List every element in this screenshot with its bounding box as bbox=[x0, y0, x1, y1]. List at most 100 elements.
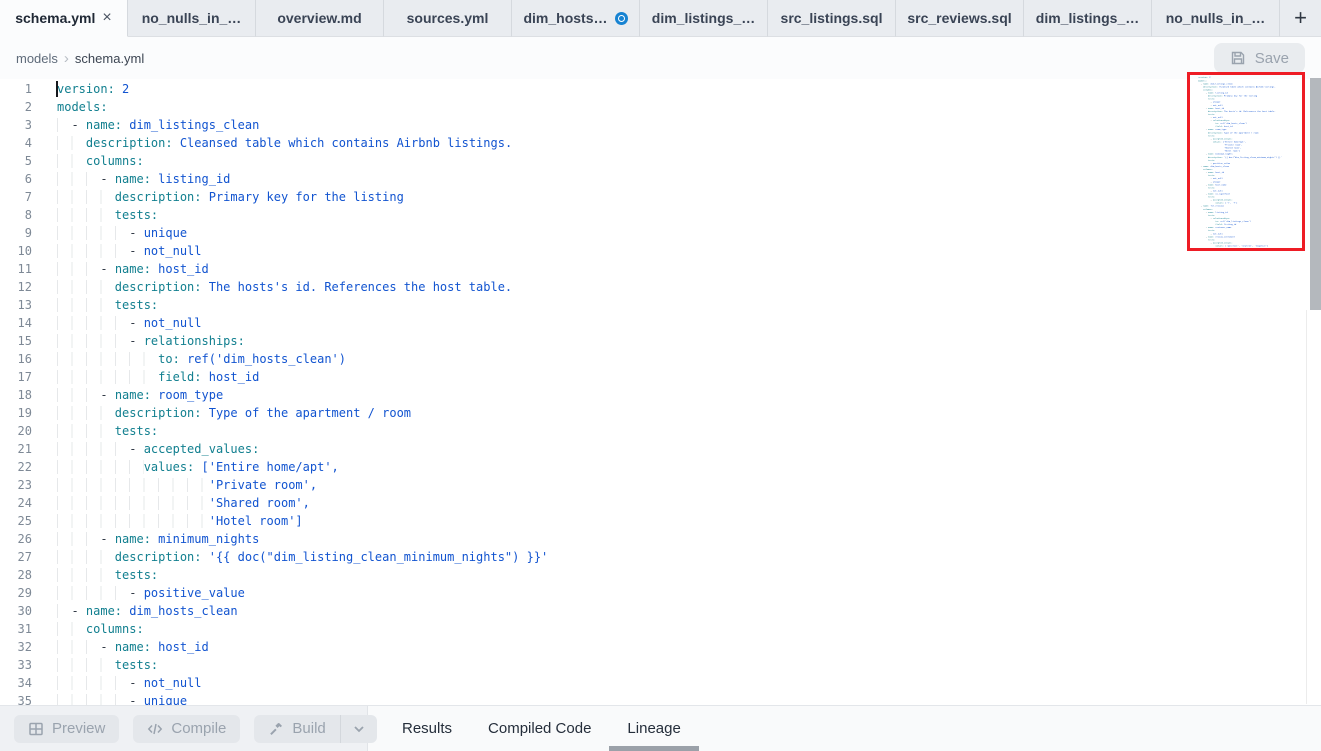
floppy-disk-icon bbox=[1230, 50, 1246, 66]
code-line[interactable]: 2models: bbox=[0, 98, 1321, 116]
code-line[interactable]: 1version: 2 bbox=[0, 80, 1321, 98]
line-number: 22 bbox=[0, 458, 44, 476]
code-line[interactable]: 19 description: Type of the apartment / … bbox=[0, 404, 1321, 422]
line-number: 12 bbox=[0, 278, 44, 296]
table-grid-icon bbox=[28, 721, 44, 737]
code-line[interactable]: 11 - name: host_id bbox=[0, 260, 1321, 278]
tab-label: no_nulls_in_… bbox=[142, 10, 242, 26]
line-number: 31 bbox=[0, 620, 44, 638]
minimap-content: version: 2models: - name: dim_listings_c… bbox=[1196, 76, 1298, 247]
tab-label: dim_hosts… bbox=[523, 10, 607, 26]
code-line[interactable]: 21 - accepted_values: bbox=[0, 440, 1321, 458]
compile-button[interactable]: Compile bbox=[133, 715, 240, 743]
compile-button-label: Compile bbox=[171, 720, 226, 737]
code-editor[interactable]: 1version: 22models:3 - name: dim_listing… bbox=[0, 79, 1321, 705]
chevron-down-icon bbox=[351, 721, 367, 737]
tab-no-nulls-in[interactable]: no_nulls_in_… bbox=[1152, 0, 1280, 37]
code-line[interactable]: 8 tests: bbox=[0, 206, 1321, 224]
build-button[interactable]: Build bbox=[254, 715, 339, 743]
tab-dim-hosts[interactable]: dim_hosts… bbox=[512, 0, 640, 37]
line-number: 3 bbox=[0, 116, 44, 134]
tab-label: sources.yml bbox=[407, 10, 489, 26]
code-line[interactable]: 15 - relationships: bbox=[0, 332, 1321, 350]
code-line[interactable]: 35 - unique bbox=[0, 692, 1321, 705]
code-line[interactable]: 30 - name: dim_hosts_clean bbox=[0, 602, 1321, 620]
code-line[interactable]: 24 'Shared room', bbox=[0, 494, 1321, 512]
tab-src-reviews-sql[interactable]: src_reviews.sql bbox=[896, 0, 1024, 37]
code-line[interactable]: 4 description: Cleansed table which cont… bbox=[0, 134, 1321, 152]
code-line[interactable]: 16 to: ref('dim_hosts_clean') bbox=[0, 350, 1321, 368]
breadcrumb-bar: models › schema.yml Save bbox=[0, 37, 1321, 79]
tab-schema-yml[interactable]: schema.yml × bbox=[0, 0, 128, 37]
new-tab-button[interactable]: + bbox=[1294, 7, 1307, 29]
line-number: 34 bbox=[0, 674, 44, 692]
panel-tab-label: Lineage bbox=[627, 720, 680, 737]
tab-dim-listings[interactable]: dim_listings_… bbox=[1024, 0, 1152, 37]
line-number: 11 bbox=[0, 260, 44, 278]
tab-label: dim_listings_… bbox=[652, 10, 755, 26]
panel-tab-label: Results bbox=[402, 720, 452, 737]
code-line[interactable]: 26 - name: minimum_nights bbox=[0, 530, 1321, 548]
code-line[interactable]: 22 values: ['Entire home/apt', bbox=[0, 458, 1321, 476]
code-line[interactable]: 13 tests: bbox=[0, 296, 1321, 314]
code-line[interactable]: 10 - not_null bbox=[0, 242, 1321, 260]
vertical-scrollbar-thumb[interactable] bbox=[1310, 78, 1321, 310]
code-line[interactable]: 27 description: '{{ doc("dim_listing_cle… bbox=[0, 548, 1321, 566]
code-line[interactable]: 28 tests: bbox=[0, 566, 1321, 584]
tab-src-listings-sql[interactable]: src_listings.sql bbox=[768, 0, 896, 37]
build-button-label: Build bbox=[292, 720, 325, 737]
editor-actions: Preview Compile bbox=[0, 706, 368, 751]
line-number: 30 bbox=[0, 602, 44, 620]
code-line[interactable]: 7 description: Primary key for the listi… bbox=[0, 188, 1321, 206]
code-line[interactable]: 6 - name: listing_id bbox=[0, 170, 1321, 188]
line-number: 29 bbox=[0, 584, 44, 602]
tab-label: schema.yml bbox=[15, 10, 95, 26]
line-number: 35 bbox=[0, 692, 44, 705]
line-number: 24 bbox=[0, 494, 44, 512]
code-line[interactable]: 17 field: host_id bbox=[0, 368, 1321, 386]
editor-right-divider bbox=[1306, 310, 1307, 704]
minimap[interactable]: version: 2models: - name: dim_listings_c… bbox=[1196, 76, 1300, 248]
build-button-group: Build bbox=[254, 715, 376, 743]
line-number: 1 bbox=[0, 80, 44, 98]
line-number: 19 bbox=[0, 404, 44, 422]
code-line[interactable]: 31 columns: bbox=[0, 620, 1321, 638]
preview-button-label: Preview bbox=[52, 720, 105, 737]
breadcrumb-chevron-icon: › bbox=[64, 50, 69, 67]
bottom-bar: Preview Compile bbox=[0, 705, 1321, 751]
panel-tab-compiled-code[interactable]: Compiled Code bbox=[470, 706, 609, 751]
tab-overview-md[interactable]: overview.md bbox=[256, 0, 384, 37]
editor-tab-bar: schema.yml × no_nulls_in_… overview.md sourc… bbox=[0, 0, 1321, 37]
code-line[interactable]: 32 - name: host_id bbox=[0, 638, 1321, 656]
save-button[interactable]: Save bbox=[1214, 43, 1305, 73]
line-number: 15 bbox=[0, 332, 44, 350]
tab-dim-listings[interactable]: dim_listings_… bbox=[640, 0, 768, 37]
code-line[interactable]: 23 'Private room', bbox=[0, 476, 1321, 494]
preview-button[interactable]: Preview bbox=[14, 715, 119, 743]
code-line[interactable]: 20 tests: bbox=[0, 422, 1321, 440]
code-line[interactable]: 3 - name: dim_listings_clean bbox=[0, 116, 1321, 134]
code-line[interactable]: 14 - not_null bbox=[0, 314, 1321, 332]
close-tab-icon[interactable]: × bbox=[102, 10, 111, 26]
line-number: 8 bbox=[0, 206, 44, 224]
code-line[interactable]: 12 description: The hosts's id. Referenc… bbox=[0, 278, 1321, 296]
line-number: 5 bbox=[0, 152, 44, 170]
tab-sources-yml[interactable]: sources.yml bbox=[384, 0, 512, 37]
panel-tab-results[interactable]: Results bbox=[384, 706, 470, 751]
line-number: 13 bbox=[0, 296, 44, 314]
code-line[interactable]: 18 - name: room_type bbox=[0, 386, 1321, 404]
panel-tab-lineage[interactable]: Lineage bbox=[609, 706, 698, 751]
code-line[interactable]: 9 - unique bbox=[0, 224, 1321, 242]
code-line[interactable]: 33 tests: bbox=[0, 656, 1321, 674]
line-number: 2 bbox=[0, 98, 44, 116]
code-line[interactable]: 34 - not_null bbox=[0, 674, 1321, 692]
tab-bar-filler: + bbox=[1280, 0, 1321, 37]
code-line[interactable]: 5 columns: bbox=[0, 152, 1321, 170]
line-number: 7 bbox=[0, 188, 44, 206]
breadcrumb-root: models bbox=[16, 51, 58, 66]
line-number: 4 bbox=[0, 134, 44, 152]
line-number: 27 bbox=[0, 548, 44, 566]
code-line[interactable]: 29 - positive_value bbox=[0, 584, 1321, 602]
tab-no-nulls-in[interactable]: no_nulls_in_… bbox=[128, 0, 256, 37]
code-line[interactable]: 25 'Hotel room'] bbox=[0, 512, 1321, 530]
